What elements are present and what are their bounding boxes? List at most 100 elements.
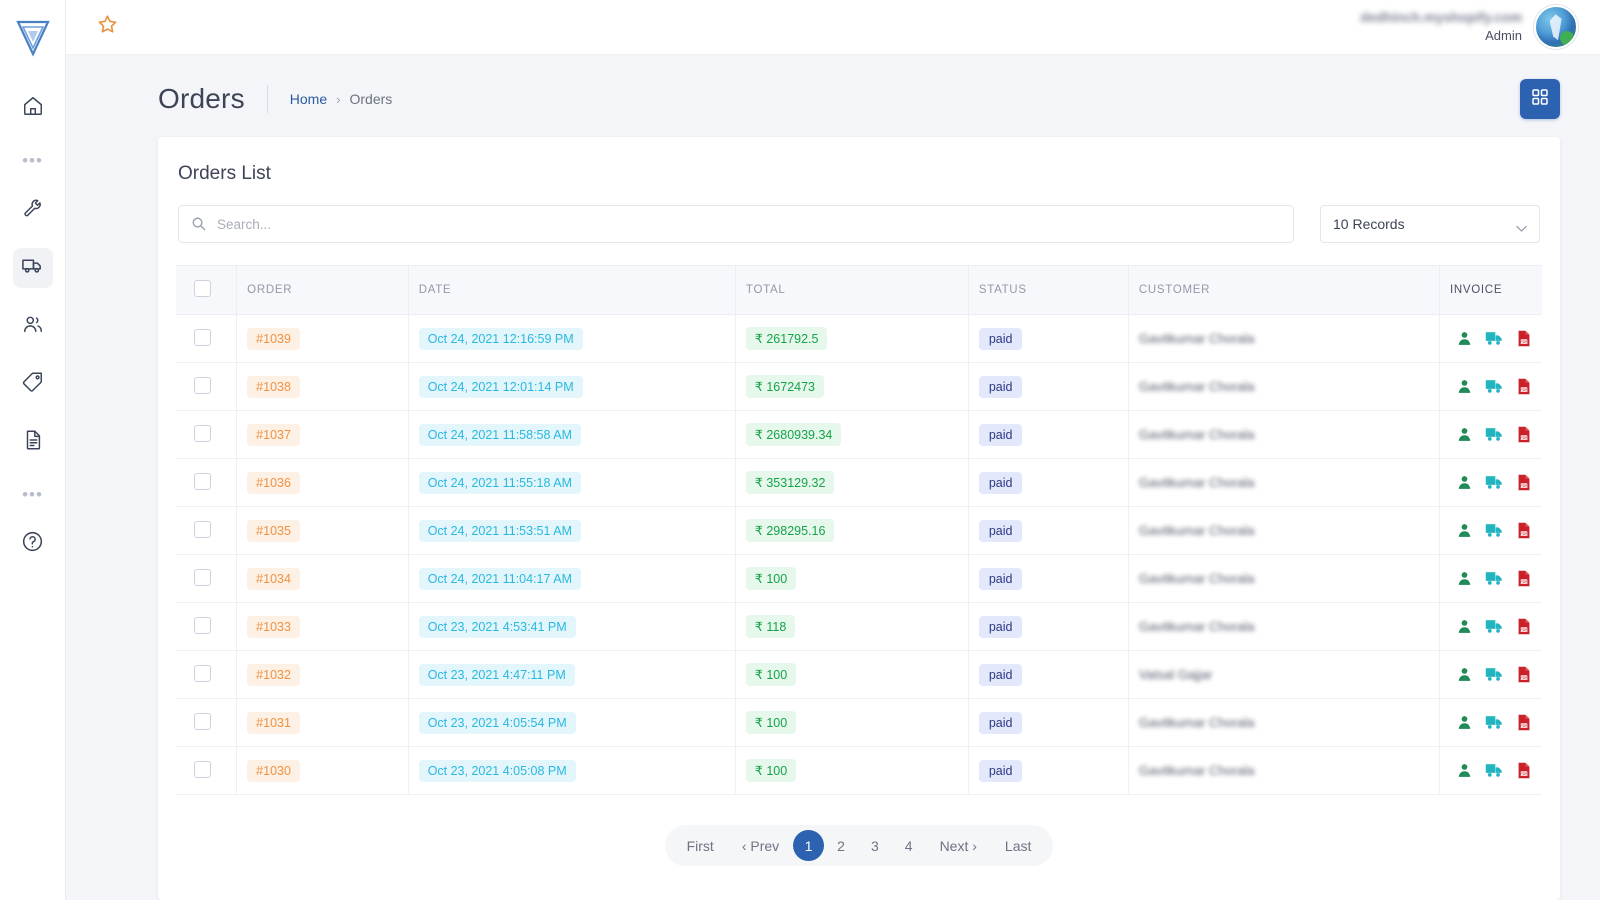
cell-date: Oct 24, 2021 12:01:14 PM [408,362,736,411]
row-checkbox[interactable] [194,760,211,778]
row-checkbox[interactable] [194,520,211,538]
cell-invoice: PDF [1439,410,1542,459]
breadcrumb-home[interactable]: Home [290,91,327,107]
sidebar-item-customers[interactable] [13,306,53,346]
cell-date: Oct 24, 2021 11:58:58 AM [408,410,736,459]
customer-invoice-icon[interactable] [1456,474,1473,491]
cell-order: #1037 [236,410,409,459]
pagination-first[interactable]: First [673,832,728,860]
sidebar-item-orders[interactable] [12,248,53,288]
row-select-cell [176,554,238,603]
status-badge: paid [978,567,1023,590]
customer-name: Gavitkumar Chorala [1138,331,1255,346]
customer-invoice-icon[interactable] [1456,426,1473,443]
pdf-invoice-icon[interactable]: PDF [1516,330,1532,347]
search-input[interactable] [178,205,1294,243]
pagination-last[interactable]: Last [991,832,1045,860]
row-checkbox[interactable] [194,568,211,586]
pdf-invoice-icon[interactable]: PDF [1516,426,1532,443]
order-badge[interactable]: #1031 [247,711,300,734]
order-badge[interactable]: #1035 [247,519,300,542]
pagination-next[interactable]: Next › [926,832,991,860]
pagination-page-4[interactable]: 4 [892,832,926,860]
order-badge[interactable]: #1036 [247,471,300,494]
invoice-actions: PDF [1450,570,1532,587]
breadcrumb-separator: › [336,91,341,107]
shipping-invoice-icon[interactable] [1485,378,1504,395]
avatar[interactable] [1534,5,1578,49]
pdf-invoice-icon[interactable]: PDF [1516,762,1532,779]
header-status[interactable]: STATUS [968,265,1129,315]
shipping-invoice-icon[interactable] [1485,330,1504,347]
order-badge[interactable]: #1033 [247,615,300,638]
customer-invoice-icon[interactable] [1456,714,1473,731]
order-badge[interactable]: #1037 [247,423,300,446]
search-wrapper [178,205,1294,243]
header-customer[interactable]: CUSTOMER [1128,265,1441,315]
row-checkbox[interactable] [194,328,211,346]
shipping-invoice-icon[interactable] [1485,426,1504,443]
grid-view-button[interactable] [1520,79,1560,119]
cell-order: #1033 [236,602,409,651]
user-menu[interactable]: dedhinch.myshopify.com Admin [1360,5,1578,49]
shipping-invoice-icon[interactable] [1485,666,1504,683]
cell-date: Oct 23, 2021 4:05:54 PM [408,698,736,747]
header-date[interactable]: DATE [408,265,736,315]
order-badge[interactable]: #1039 [247,327,300,350]
pdf-invoice-icon[interactable]: PDF [1516,522,1532,539]
shipping-invoice-icon[interactable] [1485,618,1504,635]
row-checkbox[interactable] [194,616,211,634]
cell-date: Oct 24, 2021 12:16:59 PM [408,314,736,363]
shipping-invoice-icon[interactable] [1485,570,1504,587]
customer-invoice-icon[interactable] [1456,762,1473,779]
customer-invoice-icon[interactable] [1456,666,1473,683]
sidebar-item-help[interactable] [13,524,53,564]
pagination-prev[interactable]: ‹ Prev [728,832,793,860]
pdf-invoice-icon[interactable]: PDF [1516,474,1532,491]
total-badge: ₹ 2680939.34 [745,423,842,446]
shipping-invoice-icon[interactable] [1485,474,1504,491]
shipping-invoice-icon[interactable] [1485,714,1504,731]
records-select[interactable]: 10 Records [1320,205,1540,243]
pagination-page-2[interactable]: 2 [824,832,858,860]
row-checkbox[interactable] [194,424,211,442]
header-total[interactable]: TOTAL [735,265,969,315]
home-icon [22,95,44,122]
sidebar-item-reports[interactable] [13,422,53,462]
customer-invoice-icon[interactable] [1456,522,1473,539]
pagination-page-1[interactable]: 1 [793,830,825,861]
customer-invoice-icon[interactable] [1456,618,1473,635]
favorite-star-button[interactable] [90,10,124,44]
pdf-invoice-icon[interactable]: PDF [1516,714,1532,731]
customer-invoice-icon[interactable] [1456,378,1473,395]
pdf-invoice-icon[interactable]: PDF [1516,378,1532,395]
row-checkbox[interactable] [194,664,211,682]
customer-invoice-icon[interactable] [1456,330,1473,347]
order-badge[interactable]: #1030 [247,759,300,782]
shipping-invoice-icon[interactable] [1485,762,1504,779]
svg-text:PDF: PDF [1520,532,1528,536]
header-order[interactable]: ORDER [236,265,409,315]
table-row: #1033 Oct 23, 2021 4:53:41 PM ₹ 118 paid Gav… [176,602,1542,651]
order-badge[interactable]: #1034 [247,567,300,590]
sidebar-item-home[interactable] [13,88,53,128]
brand-logo[interactable] [11,14,55,62]
select-all-checkbox[interactable] [194,280,211,297]
customer-invoice-icon[interactable] [1456,570,1473,587]
row-checkbox[interactable] [194,472,211,490]
pagination-page-3[interactable]: 3 [858,832,892,860]
cell-order: #1038 [236,362,409,411]
shipping-invoice-icon[interactable] [1485,522,1504,539]
table-row: #1031 Oct 23, 2021 4:05:54 PM ₹ 100 paid Gav… [176,698,1542,747]
cell-order: #1032 [236,650,409,699]
sidebar-item-products[interactable] [13,364,53,404]
sidebar-item-settings[interactable] [13,190,53,230]
order-badge[interactable]: #1032 [247,663,300,686]
row-checkbox[interactable] [194,712,211,730]
order-badge[interactable]: #1038 [247,375,300,398]
pdf-invoice-icon[interactable]: PDF [1516,666,1532,683]
pdf-invoice-icon[interactable]: PDF [1516,570,1532,587]
pdf-invoice-icon[interactable]: PDF [1516,618,1532,635]
status-badge: paid [978,759,1023,782]
row-checkbox[interactable] [194,376,211,394]
